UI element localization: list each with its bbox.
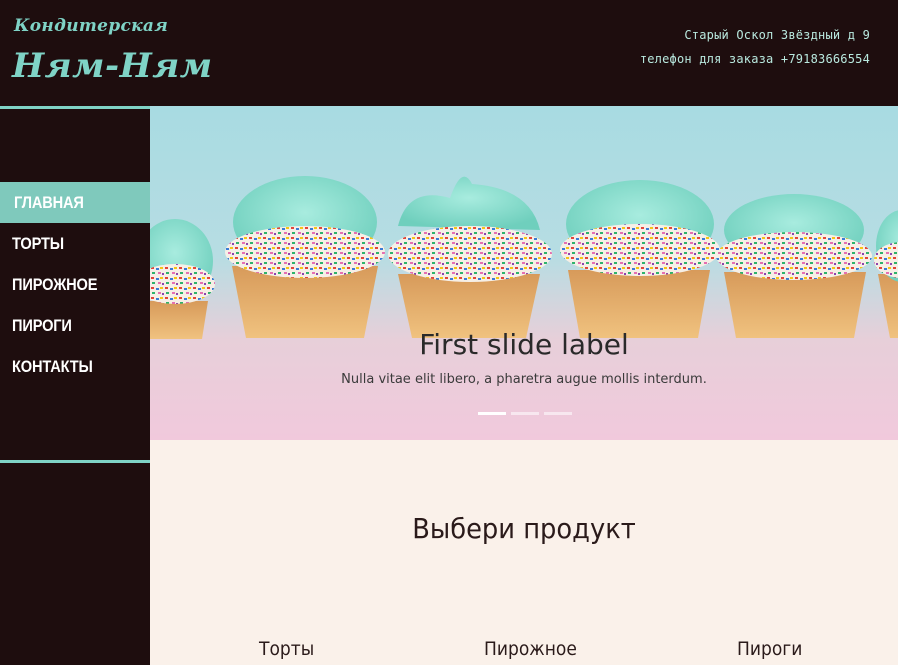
carousel-indicator-2[interactable] xyxy=(511,412,539,415)
slide-caption: Nulla vitae elit libero, a pharetra augu… xyxy=(341,372,707,387)
sidebar-divider-bottom xyxy=(0,460,150,463)
product-cakes[interactable]: Торты xyxy=(259,638,314,660)
phone-text: телефон для заказа +79183666554 xyxy=(639,52,870,66)
slide-label: First slide label xyxy=(419,328,629,361)
menu-item-pastry[interactable]: ПИРОЖНОЕ xyxy=(0,264,129,305)
logo-title[interactable]: Ням-Ням xyxy=(12,46,213,86)
menu-item-contacts[interactable]: КОНТАКТЫ xyxy=(0,346,129,387)
product-pastry[interactable]: Пирожное xyxy=(484,638,577,660)
products-heading: Выбери продукт xyxy=(412,512,636,545)
carousel-indicator-3[interactable] xyxy=(544,412,572,415)
menu-item-pies[interactable]: ПИРОГИ xyxy=(0,305,129,346)
cupcakes-image xyxy=(150,176,898,339)
image-carousel[interactable]: First slide label Nulla vitae elit liber… xyxy=(150,106,898,440)
product-pies[interactable]: Пироги xyxy=(737,638,802,660)
menu-item-cakes[interactable]: ТОРТЫ xyxy=(0,223,129,264)
site-header: Кондитерская Ням-Ням Старый Оскол Звёздн… xyxy=(0,0,898,106)
menu-item-home[interactable]: ГЛАВНАЯ xyxy=(0,182,150,223)
logo-subtitle: Кондитерская xyxy=(14,16,169,36)
address-text: Старый Оскол Звёздный д 9 xyxy=(684,28,870,42)
carousel-indicator-1[interactable] xyxy=(478,412,506,415)
sidebar-divider-top xyxy=(0,106,150,109)
main-menu: ГЛАВНАЯ ТОРТЫ ПИРОЖНОЕ ПИРОГИ КОНТАКТЫ xyxy=(0,182,150,387)
sidebar: ГЛАВНАЯ ТОРТЫ ПИРОЖНОЕ ПИРОГИ КОНТАКТЫ xyxy=(0,106,150,665)
